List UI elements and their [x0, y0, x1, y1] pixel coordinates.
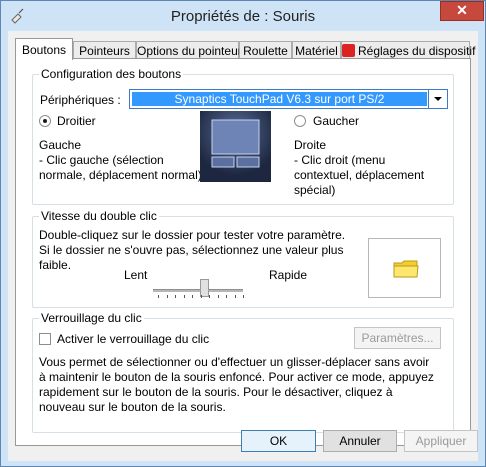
- right-button-title: Droite: [294, 138, 327, 152]
- buttons-tab-panel: Configuration des boutons Périphériques …: [15, 58, 471, 446]
- slider-tick: [158, 295, 159, 298]
- double-click-speed-slider[interactable]: [153, 289, 243, 292]
- click-lock-title: Verrouillage du clic: [39, 311, 144, 325]
- double-click-title: Vitesse du double clic: [39, 209, 159, 223]
- click-lock-group: Verrouillage du clic Activer le verrouil…: [32, 311, 454, 433]
- left-button-title: Gauche: [39, 138, 82, 152]
- slider-tick: [200, 295, 202, 298]
- settings-button[interactable]: Paramètres...: [354, 327, 441, 349]
- cancel-button[interactable]: Annuler: [323, 430, 397, 452]
- device-label: Périphériques :: [40, 93, 121, 107]
- device-select[interactable]: Synaptics TouchPad V6.3 sur port PS/2: [129, 89, 448, 109]
- chevron-down-icon[interactable]: [428, 90, 447, 108]
- click-lock-checkbox-label[interactable]: Activer le verrouillage du clic: [57, 332, 209, 346]
- touchpad-image: [200, 111, 271, 182]
- synaptics-icon: [342, 44, 355, 57]
- tab-boutons[interactable]: Boutons: [15, 38, 73, 60]
- tab-materiel[interactable]: Matériel: [292, 41, 341, 59]
- right-button-description: - Clic droit (menu contextuel, déplaceme…: [294, 153, 425, 197]
- slider-tick: [217, 295, 219, 298]
- slider-tick: [192, 295, 193, 298]
- slider-tick: [226, 295, 227, 298]
- click-lock-description: Vous permet de sélectionner ou d'effectu…: [39, 355, 434, 414]
- slider-tick: [175, 295, 176, 298]
- tab-reglages-du-dispositif[interactable]: Réglages du dispositif: [341, 41, 475, 59]
- click-lock-checkbox[interactable]: [39, 333, 51, 345]
- left-handed-radio[interactable]: [294, 115, 306, 127]
- test-folder[interactable]: [368, 238, 441, 298]
- slow-label: Lent: [124, 268, 148, 282]
- ok-button[interactable]: OK: [241, 430, 316, 452]
- device-select-value: Synaptics TouchPad V6.3 sur port PS/2: [132, 92, 427, 106]
- slider-tick: [166, 295, 168, 298]
- tab-pointeurs[interactable]: Pointeurs: [73, 41, 136, 59]
- buttons-config-group: Configuration des boutons Périphériques …: [32, 67, 454, 205]
- left-button-description: - Clic gauche (sélection normale, déplac…: [39, 153, 202, 182]
- double-click-description: Double-cliquez sur le dossier pour teste…: [39, 228, 346, 272]
- tab-roulette[interactable]: Roulette: [239, 41, 292, 59]
- dialog-body: Boutons Pointeurs Options du pointeur Ro…: [8, 31, 478, 461]
- apply-button[interactable]: Appliquer: [404, 430, 478, 452]
- right-handed-label[interactable]: Droitier: [57, 114, 96, 128]
- slider-tick: [234, 295, 236, 298]
- slider-tick: [183, 295, 185, 298]
- title-bar[interactable]: Propriétés de : Souris ✕: [1, 1, 485, 31]
- buttons-config-title: Configuration des boutons: [39, 67, 184, 81]
- fast-label: Rapide: [269, 268, 308, 282]
- tab-options-du-pointeur[interactable]: Options du pointeur: [136, 41, 242, 59]
- window-title: Propriétés de : Souris: [170, 8, 316, 25]
- right-handed-radio[interactable]: [39, 115, 51, 127]
- tab-reglages-label: Réglages du dispositif: [358, 44, 476, 58]
- left-handed-label[interactable]: Gaucher: [313, 114, 359, 128]
- slider-tick: [243, 295, 244, 298]
- slider-tick: [209, 295, 210, 298]
- mouse-properties-window: Propriétés de : Souris ✕ Boutons Pointeu…: [0, 0, 486, 467]
- folder-icon[interactable]: [393, 259, 419, 282]
- close-button[interactable]: ✕: [440, 1, 484, 21]
